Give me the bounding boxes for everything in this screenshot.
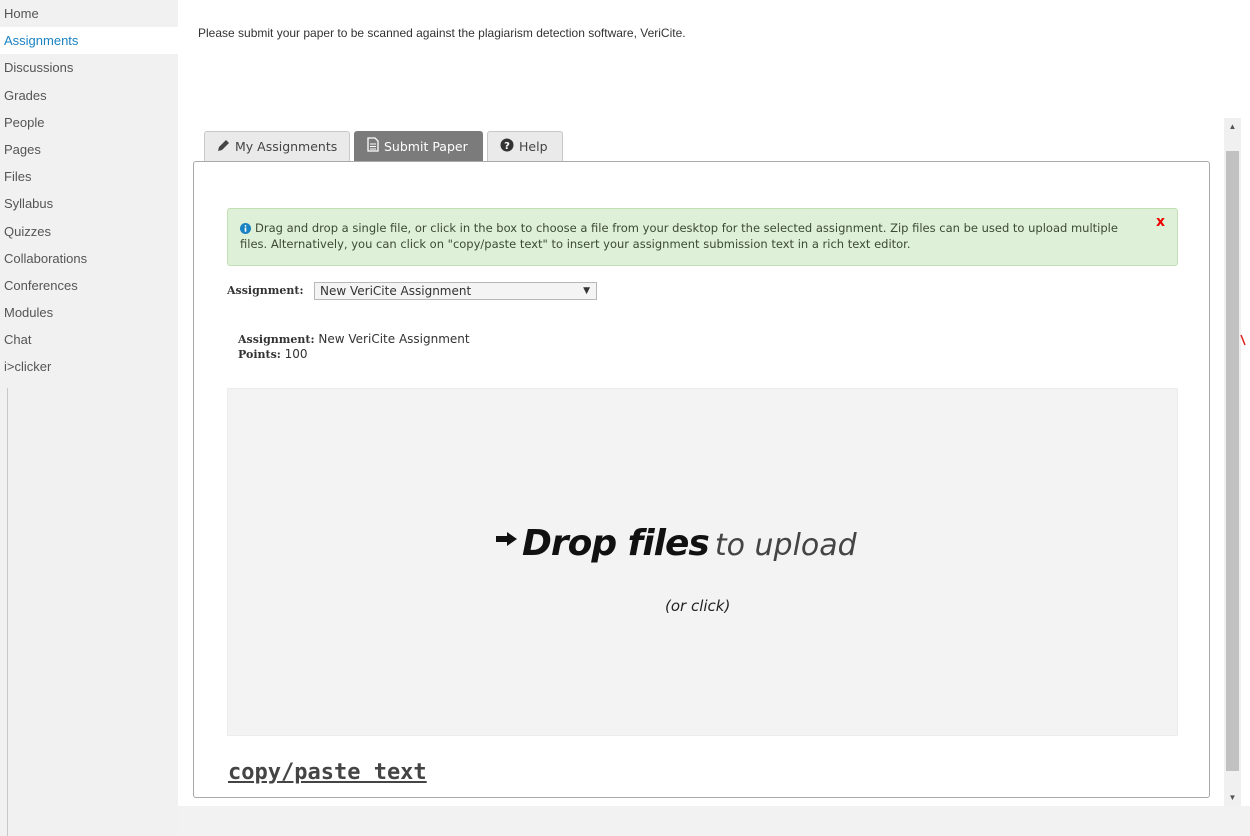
assignment-select-value: New VeriCite Assignment (320, 284, 472, 298)
points-label: Points: (238, 348, 281, 361)
alert-text: Drag and drop a single file, or click in… (240, 221, 1118, 251)
assignment-select[interactable]: New VeriCite Assignment ▼ (314, 282, 597, 300)
assignment-label: Assignment: (238, 333, 315, 346)
sidebar-divider (7, 388, 8, 836)
main-content: Please submit your paper to be scanned a… (178, 0, 1250, 806)
course-nav-sidebar: Home Assignments Discussions Grades Peop… (0, 0, 178, 836)
nav-item-modules[interactable]: Modules (0, 299, 178, 326)
tab-help[interactable]: ? Help (487, 131, 563, 162)
scroll-down-arrow-icon[interactable]: ▼ (1224, 789, 1241, 806)
dropzone-subtext: (or click) (665, 597, 731, 615)
copy-paste-text-link[interactable]: copy/paste text (228, 760, 427, 785)
document-icon (367, 133, 379, 162)
dropzone-strong-text: Drop files (522, 523, 710, 564)
assignment-select-row: Assignment: New VeriCite Assignment ▼ (227, 282, 597, 300)
question-circle-icon: ? (500, 133, 514, 162)
scroll-thumb[interactable] (1226, 151, 1239, 771)
assignment-value: New VeriCite Assignment (318, 332, 470, 346)
dropzone-message: Drop files to upload (496, 523, 857, 564)
nav-item-discussions[interactable]: Discussions (0, 54, 178, 81)
arrow-right-icon (496, 532, 518, 551)
nav-item-quizzes[interactable]: Quizzes (0, 218, 178, 245)
nav-item-grades[interactable]: Grades (0, 82, 178, 109)
info-alert: Drag and drop a single file, or click in… (227, 208, 1178, 266)
red-mark-icon (1240, 334, 1246, 346)
nav-item-files[interactable]: Files (0, 163, 178, 190)
nav-item-conferences[interactable]: Conferences (0, 272, 178, 299)
intro-text: Please submit your paper to be scanned a… (198, 26, 686, 40)
info-icon (240, 223, 251, 237)
dropzone-light-text: to upload (714, 528, 857, 563)
nav-item-collaborations[interactable]: Collaborations (0, 245, 178, 272)
nav-item-iclicker[interactable]: i>clicker (0, 353, 178, 380)
submit-paper-panel: Drag and drop a single file, or click in… (193, 161, 1210, 798)
pencil-icon (217, 133, 230, 162)
assignment-details: Assignment: New VeriCite Assignment Poin… (238, 332, 470, 362)
tab-label: Submit Paper (384, 139, 468, 154)
tab-submit-paper[interactable]: Submit Paper (354, 131, 483, 162)
nav-item-pages[interactable]: Pages (0, 136, 178, 163)
file-dropzone[interactable]: Drop files to upload (or click) (227, 388, 1178, 736)
assignment-select-label: Assignment: (227, 284, 304, 297)
tab-label: My Assignments (235, 139, 338, 154)
tab-label: Help (519, 139, 548, 154)
nav-item-people[interactable]: People (0, 109, 178, 136)
nav-item-chat[interactable]: Chat (0, 326, 178, 353)
caret-down-icon: ▼ (583, 286, 590, 296)
nav-item-syllabus[interactable]: Syllabus (0, 190, 178, 217)
nav-item-home[interactable]: Home (0, 0, 178, 27)
nav-item-assignments[interactable]: Assignments (0, 27, 178, 55)
svg-text:?: ? (504, 141, 510, 152)
scroll-up-arrow-icon[interactable]: ▲ (1224, 118, 1241, 135)
tab-my-assignments[interactable]: My Assignments (204, 131, 350, 162)
close-icon[interactable]: x (1156, 215, 1165, 229)
points-value: 100 (284, 347, 308, 361)
vertical-scrollbar[interactable]: ▲ ▼ (1224, 118, 1241, 806)
